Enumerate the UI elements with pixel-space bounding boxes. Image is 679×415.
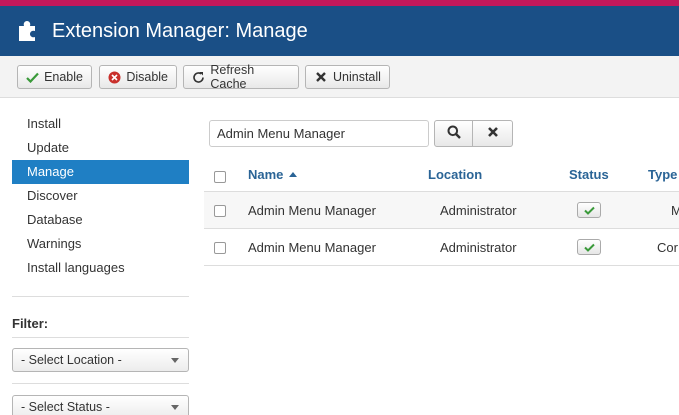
row-checkbox[interactable]: [214, 205, 226, 217]
puzzle-icon: [16, 20, 38, 42]
check-icon: [583, 243, 595, 252]
sidebar-item-discover[interactable]: Discover: [12, 184, 189, 208]
refresh-icon: [192, 70, 205, 84]
name-header-label: Name: [248, 167, 284, 182]
select-all-checkbox[interactable]: [214, 171, 226, 183]
status-toggle-button[interactable]: [577, 202, 601, 218]
refresh-cache-button[interactable]: Refresh Cache: [183, 63, 299, 91]
chevron-down-icon: [171, 405, 179, 410]
row-type: M: [671, 203, 679, 218]
row-name: Admin Menu Manager: [248, 203, 376, 218]
refresh-cache-label: Refresh Cache: [210, 63, 255, 91]
close-icon: [487, 126, 499, 141]
uninstall-label: Uninstall: [333, 70, 381, 84]
enable-label: Enable: [44, 70, 83, 84]
check-icon: [583, 206, 595, 215]
sidebar-item-install[interactable]: Install: [12, 112, 189, 136]
toolbar: Enable Disable Refresh Cache Uninstall: [0, 56, 679, 98]
disable-button[interactable]: Disable: [99, 65, 177, 89]
location-select[interactable]: - Select Location -: [12, 348, 189, 372]
sidebar-item-manage[interactable]: Manage: [12, 160, 189, 184]
sidebar-item-database[interactable]: Database: [12, 208, 189, 232]
table-header-row: Name Location Status Type: [204, 158, 679, 192]
filter-divider-2: [12, 383, 189, 384]
column-header-status[interactable]: Status: [569, 167, 609, 182]
filter-label: Filter:: [12, 316, 49, 331]
status-select[interactable]: - Select Status -: [12, 395, 189, 415]
page-header: Extension Manager: Manage: [0, 6, 679, 56]
search-input[interactable]: Admin Menu Manager: [209, 120, 429, 147]
sidebar-nav: Install Update Manage Discover Database …: [12, 112, 189, 280]
table-row: Admin Menu Manager Administrator M: [204, 192, 679, 229]
sort-ascending-icon: [289, 172, 298, 177]
row-checkbox[interactable]: [214, 242, 226, 254]
row-location: Administrator: [440, 240, 517, 255]
search-button[interactable]: [434, 120, 473, 147]
column-header-location[interactable]: Location: [428, 167, 482, 182]
enable-button[interactable]: Enable: [17, 65, 92, 89]
row-type: Cor: [657, 240, 678, 255]
status-select-value: - Select Status -: [21, 400, 110, 414]
disable-label: Disable: [126, 70, 168, 84]
status-toggle-button[interactable]: [577, 239, 601, 255]
row-location: Administrator: [440, 203, 517, 218]
sidebar-item-warnings[interactable]: Warnings: [12, 232, 189, 256]
sidebar: Install Update Manage Discover Database …: [12, 112, 189, 415]
sidebar-divider: [12, 296, 189, 297]
sidebar-item-install-languages[interactable]: Install languages: [12, 256, 189, 280]
page-title: Extension Manager: Manage: [52, 20, 308, 42]
row-name: Admin Menu Manager: [248, 240, 376, 255]
close-icon: [314, 70, 328, 84]
search-icon: [447, 125, 461, 142]
uninstall-button[interactable]: Uninstall: [305, 65, 390, 89]
check-icon: [26, 70, 39, 84]
disable-icon: [108, 70, 121, 84]
filter-divider: [12, 337, 189, 338]
clear-search-button[interactable]: [473, 120, 513, 147]
chevron-down-icon: [171, 358, 179, 363]
table-row: Admin Menu Manager Administrator Cor: [204, 229, 679, 266]
sidebar-item-update[interactable]: Update: [12, 136, 189, 160]
column-header-type[interactable]: Type: [648, 167, 677, 182]
column-header-name[interactable]: Name: [248, 167, 298, 182]
location-select-value: - Select Location -: [21, 353, 122, 367]
